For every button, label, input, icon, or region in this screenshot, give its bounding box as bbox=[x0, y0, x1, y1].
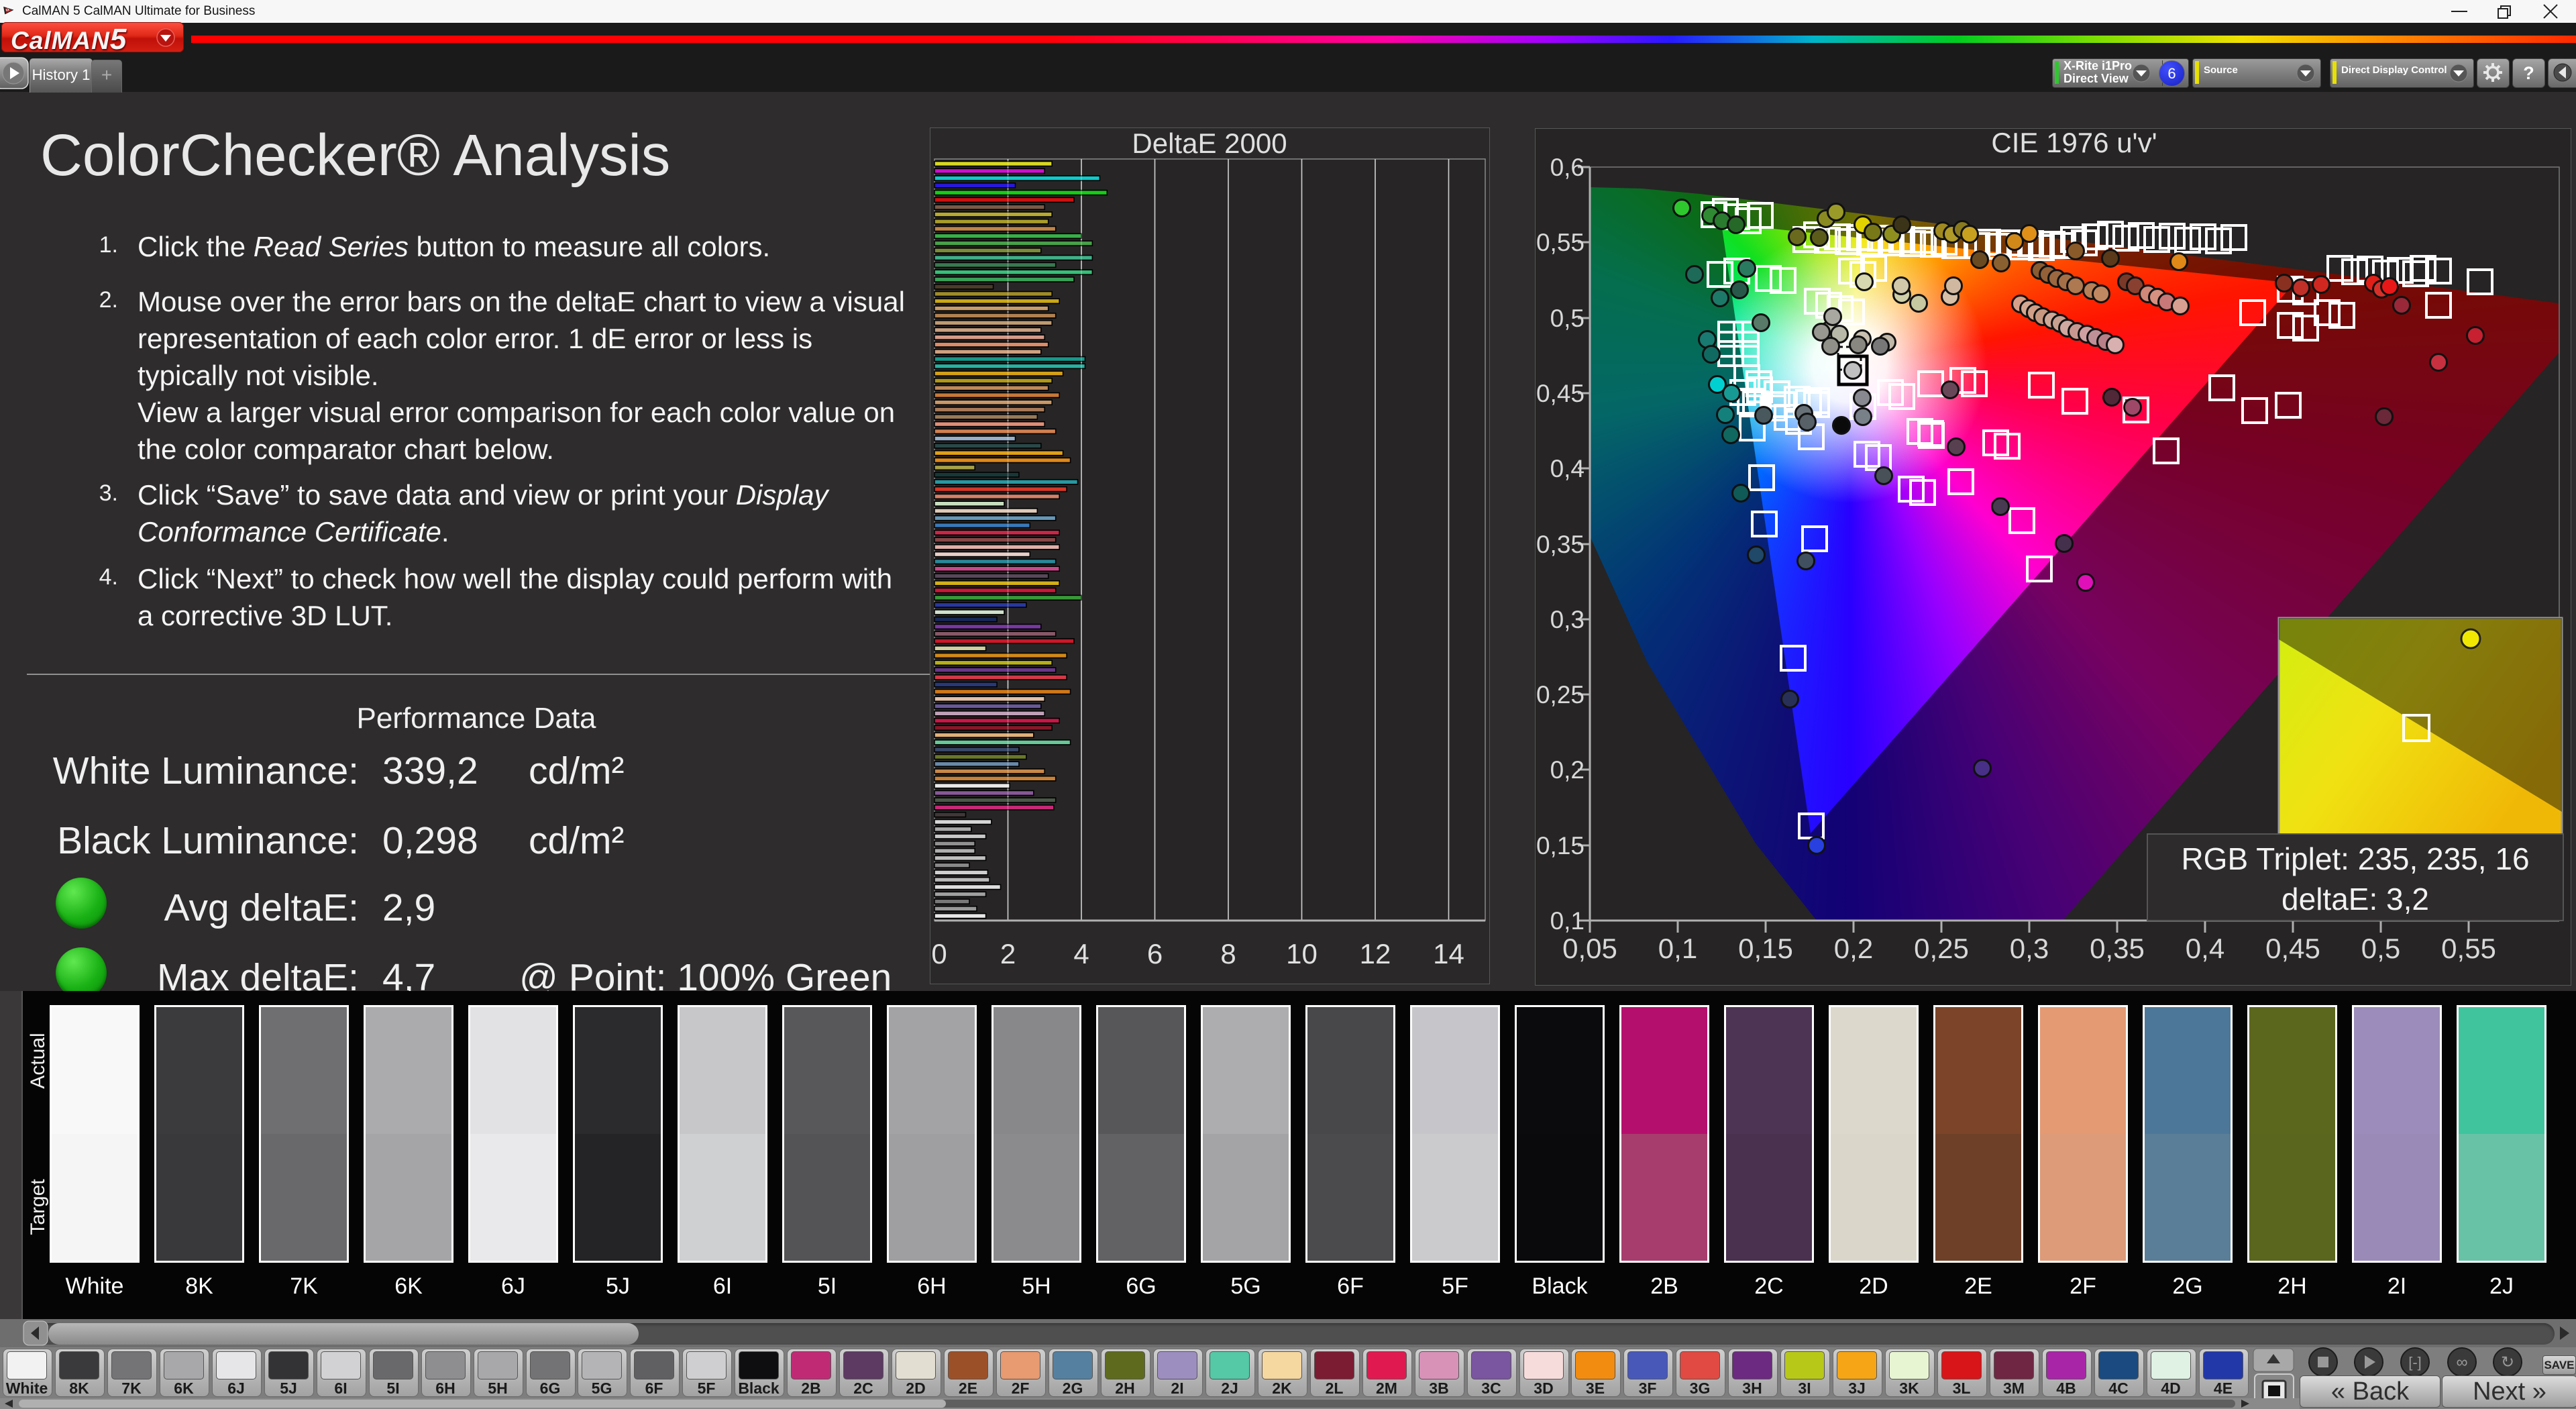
svg-text:5: 5 bbox=[7, 9, 9, 13]
svg-text:0,3: 0,3 bbox=[2010, 933, 2049, 964]
svg-text:0,25: 0,25 bbox=[1914, 933, 1969, 964]
svg-text:0,2: 0,2 bbox=[1834, 933, 1873, 964]
svg-text:0: 0 bbox=[931, 938, 947, 970]
svg-text:10: 10 bbox=[1286, 938, 1318, 970]
svg-text:RGB Triplet: 235, 235, 16: RGB Triplet: 235, 235, 16 bbox=[2181, 841, 2529, 876]
svg-text:6: 6 bbox=[1147, 938, 1163, 970]
svg-text:0,45: 0,45 bbox=[1536, 380, 1585, 407]
svg-text:0,35: 0,35 bbox=[2090, 933, 2145, 964]
svg-text:0,4: 0,4 bbox=[1550, 455, 1585, 482]
svg-text:0,2: 0,2 bbox=[1550, 756, 1585, 784]
svg-text:deltaE: 3,2: deltaE: 3,2 bbox=[2282, 882, 2429, 917]
svg-text:14: 14 bbox=[1433, 938, 1464, 970]
svg-text:0,15: 0,15 bbox=[1536, 832, 1585, 859]
svg-text:0,35: 0,35 bbox=[1536, 531, 1585, 558]
svg-text:4: 4 bbox=[1073, 938, 1089, 970]
svg-text:0,45: 0,45 bbox=[2265, 933, 2320, 964]
svg-text:0,1: 0,1 bbox=[1550, 907, 1585, 935]
svg-text:[-]: [-] bbox=[2408, 1354, 2422, 1371]
svg-text:0,55: 0,55 bbox=[2441, 933, 2496, 964]
svg-text:DeltaE 2000: DeltaE 2000 bbox=[1132, 127, 1287, 159]
svg-text:12: 12 bbox=[1360, 938, 1391, 970]
svg-text:0,3: 0,3 bbox=[1550, 606, 1585, 633]
svg-text:∞: ∞ bbox=[2456, 1353, 2467, 1371]
svg-text:0,25: 0,25 bbox=[1536, 681, 1585, 709]
svg-text:0,4: 0,4 bbox=[2186, 933, 2224, 964]
svg-text:0,6: 0,6 bbox=[1550, 154, 1585, 181]
svg-text:0,05: 0,05 bbox=[1562, 933, 1617, 964]
svg-text:CIE 1976 u'v': CIE 1976 u'v' bbox=[1991, 128, 2157, 158]
svg-text:0,5: 0,5 bbox=[2361, 933, 2400, 964]
svg-text:0,5: 0,5 bbox=[1550, 305, 1585, 332]
svg-text:8: 8 bbox=[1220, 938, 1236, 970]
svg-text:0,55: 0,55 bbox=[1536, 229, 1585, 256]
svg-text:↻: ↻ bbox=[2501, 1353, 2514, 1371]
svg-text:0,15: 0,15 bbox=[1738, 933, 1793, 964]
svg-text:2: 2 bbox=[1000, 938, 1016, 970]
svg-text:0,1: 0,1 bbox=[1658, 933, 1697, 964]
